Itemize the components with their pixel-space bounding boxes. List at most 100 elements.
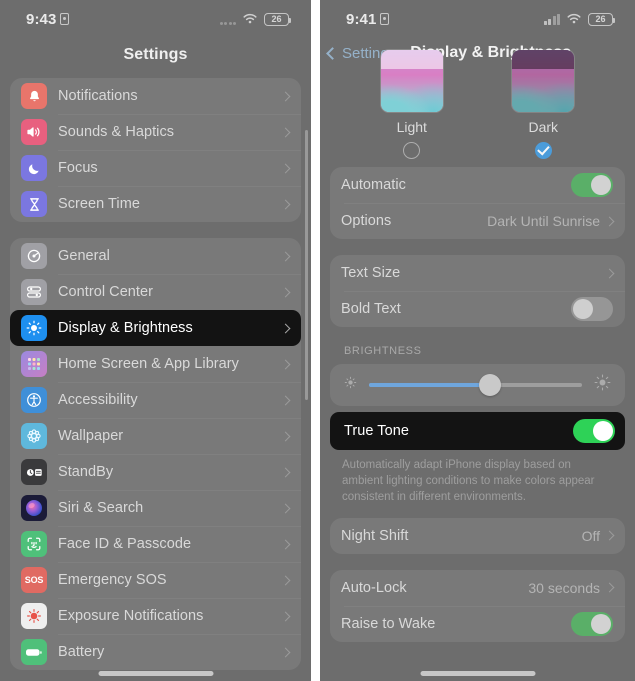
- sidebar-item-accessibility[interactable]: Accessibility: [10, 382, 301, 418]
- light-appearance-preview: [380, 50, 443, 112]
- sidebar-item-label: Emergency SOS: [58, 572, 167, 588]
- row-value: 30 seconds: [528, 579, 600, 596]
- sidebar-item-label: Display & Brightness: [58, 320, 193, 336]
- row-raise-to-wake[interactable]: Raise to Wake: [330, 605, 625, 642]
- brightness-slider-row[interactable]: [330, 364, 625, 406]
- notifications-bell-icon: [21, 83, 47, 109]
- sidebar-item-label: Battery: [58, 644, 105, 660]
- sidebar-item-focus[interactable]: Focus: [10, 150, 301, 186]
- chevron-right-icon: [280, 91, 291, 101]
- true-tone-footnote: Automatically adapt iPhone display based…: [342, 459, 595, 503]
- appearance-label: Dark: [528, 119, 559, 135]
- sidebar-item-control-center[interactable]: Control Center: [10, 274, 301, 310]
- row-label: Auto-Lock: [341, 579, 407, 596]
- sidebar-item-notifications[interactable]: Notifications: [10, 78, 301, 114]
- brightness-slider-knob[interactable]: [479, 374, 502, 396]
- sidebar-item-face-id-passcode[interactable]: Face ID & Passcode: [10, 526, 301, 562]
- sidebar-item-emergency-sos[interactable]: SOS Emergency SOS: [10, 562, 301, 598]
- light-radio-button[interactable]: [403, 142, 421, 159]
- sidebar-item-wallpaper[interactable]: Wallpaper: [10, 418, 301, 454]
- chevron-right-icon: [280, 359, 291, 369]
- sidebar-item-label: Home Screen & App Library: [58, 356, 239, 372]
- sidebar-item-general[interactable]: General: [10, 238, 301, 274]
- row-true-tone[interactable]: True Tone: [330, 412, 625, 450]
- gear-icon: [21, 243, 47, 269]
- left-scroll-area[interactable]: Notifications Sounds & Haptics Focus Scr…: [0, 78, 311, 670]
- row-auto-lock[interactable]: Auto-Lock 30 seconds: [330, 570, 625, 606]
- chevron-right-icon: [604, 216, 615, 226]
- lock-portrait-icon: [380, 13, 390, 25]
- raise-to-wake-toggle[interactable]: [571, 611, 613, 636]
- sidebar-item-label: Siri & Search: [58, 500, 144, 516]
- sidebar-item-label: Accessibility: [58, 392, 138, 408]
- lock-portrait-icon: [60, 13, 70, 25]
- sun-large-icon: [593, 373, 612, 397]
- true-tone-toggle[interactable]: [573, 419, 615, 443]
- chevron-right-icon: [604, 268, 615, 278]
- sidebar-item-label: Wallpaper: [58, 428, 124, 444]
- chevron-right-icon: [280, 251, 291, 261]
- bold-text-toggle[interactable]: [571, 297, 613, 321]
- appearance-option-light[interactable]: Light: [380, 50, 443, 159]
- cellular-dots-icon: [219, 14, 236, 25]
- row-label: Night Shift: [341, 527, 409, 544]
- left-scroll-indicator[interactable]: [305, 130, 308, 400]
- chevron-right-icon: [280, 199, 291, 209]
- chevron-right-icon: [280, 431, 291, 441]
- text-settings-group: Text Size Bold Text: [330, 255, 625, 327]
- sidebar-item-home-screen[interactable]: Home Screen & App Library: [10, 346, 301, 382]
- appearance-settings-group: Automatic Options Dark Until Sunrise: [330, 167, 625, 239]
- sidebar-item-standby[interactable]: StandBy: [10, 454, 301, 490]
- night-shift-group: Night Shift Off: [330, 517, 625, 554]
- chevron-right-icon: [280, 647, 291, 657]
- appearance-label: Light: [396, 119, 427, 135]
- accessibility-person-icon: [21, 387, 47, 413]
- row-automatic[interactable]: Automatic: [330, 167, 625, 203]
- automatic-toggle[interactable]: [571, 173, 613, 197]
- sidebar-item-label: Focus: [58, 160, 98, 176]
- sidebar-item-battery[interactable]: Battery: [10, 634, 301, 670]
- dark-appearance-preview: [512, 50, 575, 112]
- chevron-right-icon: [280, 539, 291, 549]
- chevron-right-icon: [280, 163, 291, 173]
- right-phone-screen: 9:41 26 Settings Display & Brightness Li…: [320, 0, 635, 681]
- settings-group-notifications: Notifications Sounds & Haptics Focus Scr…: [10, 78, 301, 222]
- sidebar-item-label: Notifications: [58, 88, 138, 104]
- left-status-time-group: 9:43: [26, 10, 70, 28]
- sidebar-item-label: StandBy: [58, 464, 114, 480]
- appearance-option-dark[interactable]: Dark: [512, 50, 575, 159]
- left-status-bar: 9:43 26: [0, 0, 311, 38]
- sidebar-item-screen-time[interactable]: Screen Time: [10, 186, 301, 222]
- sidebar-item-siri-search[interactable]: Siri & Search: [10, 490, 301, 526]
- settings-group-system: General Control Center Display & Brightn…: [10, 238, 301, 670]
- battery-indicator: 26: [264, 12, 292, 26]
- row-text-size[interactable]: Text Size: [330, 255, 625, 291]
- row-label: True Tone: [344, 423, 409, 439]
- siri-orb-icon: [21, 495, 47, 521]
- wifi-icon: [242, 13, 258, 25]
- sos-icon: SOS: [21, 567, 47, 593]
- left-status-time: 9:43: [26, 10, 57, 28]
- battery-indicator: 26: [588, 12, 616, 26]
- chevron-right-icon: [280, 611, 291, 621]
- row-night-shift[interactable]: Night Shift Off: [330, 518, 625, 554]
- sidebar-item-display-brightness[interactable]: Display & Brightness: [10, 310, 301, 346]
- row-label: Raise to Wake: [341, 615, 436, 632]
- lock-settings-group: Auto-Lock 30 seconds Raise to Wake: [330, 569, 625, 642]
- chevron-right-icon: [280, 503, 291, 513]
- sidebar-item-label: Sounds & Haptics: [58, 124, 175, 140]
- left-status-icons: 26: [219, 12, 292, 26]
- row-bold-text[interactable]: Bold Text: [330, 291, 625, 327]
- row-options[interactable]: Options Dark Until Sunrise: [330, 203, 625, 239]
- sidebar-item-exposure-notifications[interactable]: Exposure Notifications: [10, 598, 301, 634]
- row-value: Off: [581, 527, 600, 544]
- brightness-group: [330, 364, 625, 406]
- dark-radio-button-checked[interactable]: [534, 142, 552, 159]
- sidebar-item-label: Face ID & Passcode: [58, 536, 192, 552]
- brightness-slider[interactable]: [369, 374, 582, 396]
- dual-screenshot-container: 9:43 26 Settings Notifications Sounds & …: [0, 0, 635, 681]
- sidebar-item-sounds-haptics[interactable]: Sounds & Haptics: [10, 114, 301, 150]
- left-phone-screen: 9:43 26 Settings Notifications Sounds & …: [0, 0, 311, 681]
- chevron-right-icon: [280, 323, 291, 333]
- sidebar-item-label: Control Center: [58, 284, 153, 300]
